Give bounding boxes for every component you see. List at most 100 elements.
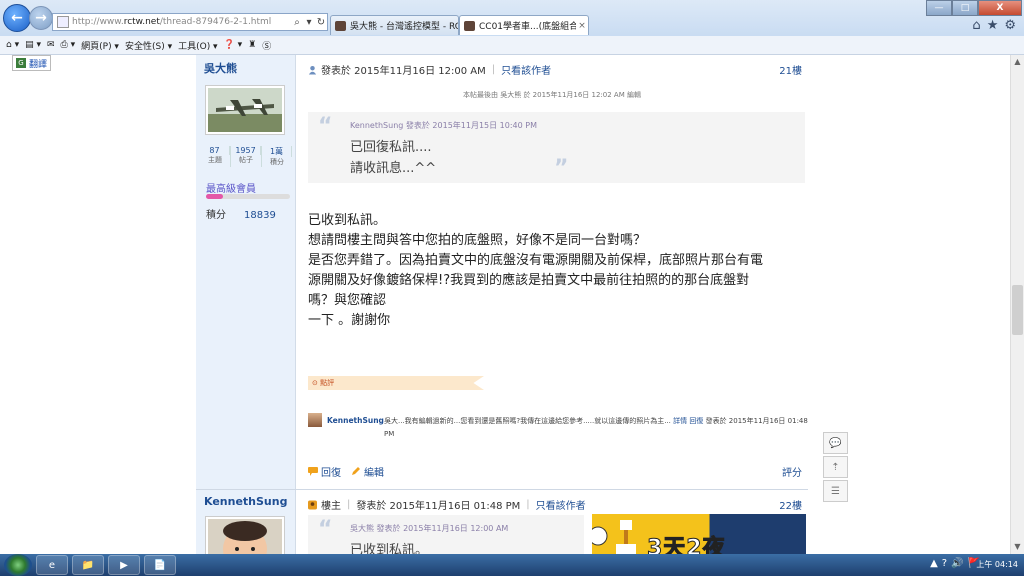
- back-to-top-icon[interactable]: ⇡: [823, 456, 848, 478]
- owner-icon: [308, 500, 317, 509]
- view-author-link[interactable]: 只看該作者: [501, 62, 551, 77]
- maximize-button[interactable]: □: [952, 0, 978, 16]
- user-icon: [308, 65, 317, 74]
- close-button[interactable]: X: [978, 0, 1022, 16]
- tray-expand-icon[interactable]: ▲: [930, 558, 938, 569]
- author-name[interactable]: 吳大熊: [204, 60, 237, 76]
- quote-author[interactable]: 吳大熊 發表於 2015年11月16日 12:00 AM: [350, 523, 508, 534]
- window-controls: — □ X: [926, 0, 1022, 16]
- help-icon[interactable]: ?: [942, 558, 947, 569]
- owner-badge: 樓主: [321, 501, 341, 512]
- menu-tools[interactable]: 工具(O) ▾: [178, 39, 218, 52]
- reply-button[interactable]: 回復: [321, 464, 341, 479]
- post-header: 樓主 | 發表於 2015年11月16日 01:48 PM | 只看該作者: [308, 497, 586, 512]
- post-actions: 回復 編輯: [308, 464, 384, 479]
- edit-button[interactable]: 編輯: [364, 464, 384, 479]
- scroll-up-icon[interactable]: ▲: [1011, 55, 1024, 69]
- airplane-avatar-image: [208, 88, 282, 132]
- clock-lamp-illustration: [592, 520, 636, 554]
- quote-line: 已收到私訊。: [350, 543, 429, 554]
- print-icon[interactable]: ⎙ ▾: [61, 40, 76, 50]
- tab-cc01[interactable]: CC01學者車...(底盤組合驗... ×: [459, 15, 589, 35]
- post-21: 吳大熊 87 主題 1957 帖子 1萬 積分 最高級會員 積分 18839 發…: [196, 55, 808, 489]
- taskbar-document-icon[interactable]: 📄: [144, 555, 176, 575]
- taskbar-ie-icon[interactable]: e: [36, 555, 68, 575]
- skype-icon[interactable]: Ⓢ: [262, 39, 271, 52]
- rate-button[interactable]: 評分: [782, 464, 802, 479]
- comment-author[interactable]: KennethSung: [327, 416, 384, 425]
- comment-avatar[interactable]: [308, 413, 322, 427]
- forward-button[interactable]: →: [29, 6, 53, 30]
- menu-safety[interactable]: 安全性(S) ▾: [125, 39, 172, 52]
- taskbar-explorer-icon[interactable]: 📁: [72, 555, 104, 575]
- browser-chrome: ← → http://www.rctw.net/thread-879476-2-…: [0, 0, 1024, 36]
- user-rank: 最高級會員: [206, 184, 256, 195]
- system-tray: ▲ ? 🔊 🚩: [930, 558, 980, 569]
- quote-block: “ 吳大熊 發表於 2015年11月16日 12:00 AM 已收到私訊。: [308, 515, 584, 554]
- rank-progress-fill: [206, 194, 223, 199]
- stat-threads[interactable]: 87 主題: [200, 146, 231, 167]
- tab-label: CC01學者車...(底盤組合驗...: [479, 22, 576, 32]
- menu-page[interactable]: 網頁(P) ▾: [81, 39, 119, 52]
- translate-button[interactable]: G 翻譯: [12, 55, 52, 71]
- body-line: 已收到私訊。: [308, 213, 387, 228]
- addon-icon[interactable]: ♜: [248, 40, 256, 50]
- taskbar: e 📁 ▶ 📄 ▲ ? 🔊 🚩 上午 04:14: [0, 554, 1024, 576]
- home-icon[interactable]: ⌂: [972, 18, 980, 33]
- start-button[interactable]: [4, 554, 32, 576]
- vertical-scrollbar[interactable]: ▲ ▼: [1010, 55, 1024, 554]
- clock[interactable]: 上午 04:14: [976, 559, 1018, 570]
- comment-detail-link[interactable]: 詳情: [673, 417, 687, 425]
- taskbar-media-icon[interactable]: ▶: [108, 555, 140, 575]
- floor-number[interactable]: 21樓: [779, 62, 802, 77]
- volume-icon[interactable]: 🔊: [951, 558, 963, 569]
- user-points: 積分 18839: [206, 210, 276, 221]
- refresh-icon[interactable]: ↻: [315, 17, 327, 28]
- dropdown-icon[interactable]: ▾: [303, 17, 315, 28]
- stat-posts[interactable]: 1957 帖子: [231, 146, 262, 167]
- scroll-down-icon[interactable]: ▼: [1011, 540, 1024, 554]
- address-url[interactable]: http://www.rctw.net/thread-879476-2-1.ht…: [72, 17, 291, 27]
- quote-open-icon: “: [318, 517, 333, 542]
- avatar[interactable]: [205, 516, 285, 554]
- floor-number[interactable]: 22樓: [779, 497, 802, 512]
- tab-favicon: [335, 20, 346, 31]
- new-tab-button[interactable]: [589, 15, 603, 35]
- ad-text: 3天2夜: [647, 536, 726, 555]
- rate-banner[interactable]: ⊙ 點評: [308, 376, 484, 390]
- translate-icon: G: [16, 58, 26, 68]
- avatar[interactable]: [205, 85, 285, 135]
- tab-rctw[interactable]: 吳大熊 - 台灣遙控模型 - RC T...: [330, 15, 459, 35]
- rss-icon[interactable]: ▤ ▾: [25, 40, 41, 50]
- stat-credits[interactable]: 1萬 積分: [262, 146, 292, 167]
- post-sidebar: 吳大熊 87 主題 1957 帖子 1萬 積分 最高級會員 積分 18839: [196, 55, 296, 489]
- post-sidebar: KennethSung: [196, 490, 296, 554]
- close-tab-icon[interactable]: ×: [576, 21, 588, 31]
- search-icon[interactable]: ⌕: [291, 17, 303, 28]
- tab-label: 吳大熊 - 台灣遙控模型 - RC T...: [350, 22, 458, 32]
- favorites-icon[interactable]: ★: [987, 18, 999, 33]
- page-icon: [57, 16, 69, 28]
- gear-icon[interactable]: ⚙: [1004, 18, 1016, 33]
- minimize-button[interactable]: —: [926, 0, 952, 16]
- post-time: 發表於 2015年11月16日 12:00 AM: [321, 66, 486, 77]
- scroll-thumb[interactable]: [1012, 285, 1023, 335]
- home-small-icon[interactable]: ⌂ ▾: [6, 40, 19, 50]
- list-icon[interactable]: ☰: [823, 480, 848, 502]
- view-author-link[interactable]: 只看該作者: [536, 497, 586, 512]
- post-content: 發表於 2015年11月16日 12:00 AM | 只看該作者 21樓 本帖最…: [296, 55, 808, 489]
- quote-block: “ KennethSung 發表於 2015年11月15日 10:40 PM 已…: [308, 112, 805, 183]
- ad-banner[interactable]: 3天2夜: [592, 514, 806, 554]
- address-bar[interactable]: http://www.rctw.net/thread-879476-2-1.ht…: [52, 13, 328, 31]
- author-name[interactable]: KennethSung: [204, 495, 287, 508]
- comment-reply-link[interactable]: 回復: [689, 417, 703, 425]
- mail-icon[interactable]: ✉: [47, 40, 55, 50]
- quote-open-icon: “: [318, 114, 333, 139]
- quote-line: 請收訊息...^^: [350, 161, 437, 176]
- quote-author[interactable]: KennethSung 發表於 2015年11月15日 10:40 PM: [350, 120, 537, 131]
- back-button[interactable]: ←: [3, 4, 31, 32]
- edit-icon: [352, 467, 360, 475]
- comment-icon[interactable]: 💬: [823, 432, 848, 454]
- menu-help[interactable]: ❓ ▾: [224, 40, 243, 50]
- body-line: 源開關及好像鍍鉻保桿!?我買到的應該是拍賣文中最前往拍照的的那台底盤對: [308, 273, 750, 288]
